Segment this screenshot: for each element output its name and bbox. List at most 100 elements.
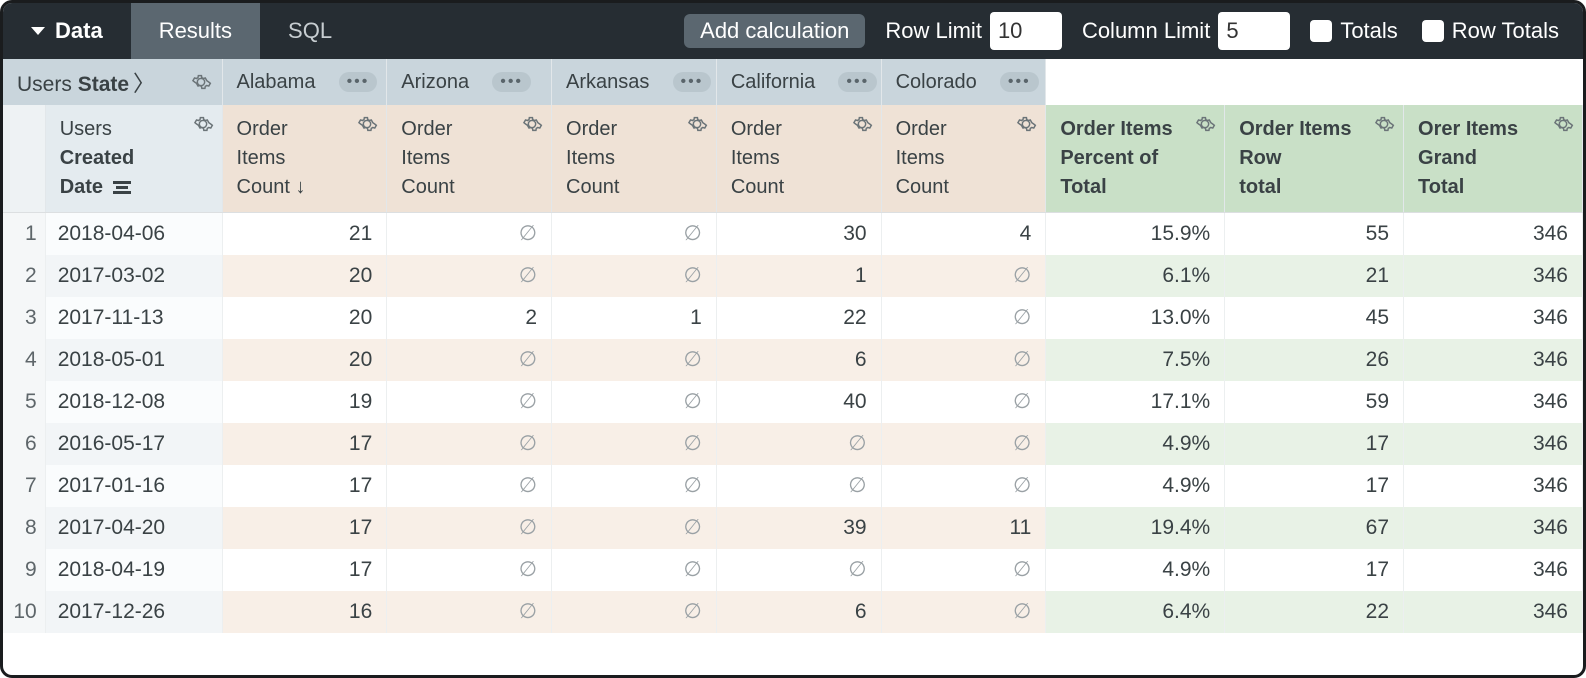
cell[interactable]: 8 xyxy=(3,507,45,549)
cell[interactable]: ∅ xyxy=(387,507,552,549)
cell[interactable]: ∅ xyxy=(387,339,552,381)
cell[interactable]: 4 xyxy=(881,213,1046,255)
cell[interactable]: 2018-05-01 xyxy=(45,339,222,381)
cell[interactable]: ∅ xyxy=(881,549,1046,591)
header-grand-total[interactable]: Orer ItemsGrandTotal xyxy=(1404,105,1583,213)
cell[interactable]: 17 xyxy=(222,465,387,507)
cell[interactable]: 39 xyxy=(716,507,881,549)
cell[interactable]: 2017-01-16 xyxy=(45,465,222,507)
cell[interactable]: 30 xyxy=(716,213,881,255)
cell[interactable]: 20 xyxy=(222,255,387,297)
cell[interactable]: 2017-11-13 xyxy=(45,297,222,339)
cell[interactable]: 17 xyxy=(1225,465,1404,507)
cell[interactable]: 6 xyxy=(3,423,45,465)
cell[interactable]: 22 xyxy=(716,297,881,339)
pivot-col-alabama[interactable]: Alabama ••• xyxy=(222,59,387,105)
column-limit-input[interactable] xyxy=(1218,12,1290,50)
cell[interactable]: ∅ xyxy=(552,255,717,297)
pivot-col-colorado[interactable]: Colorado ••• xyxy=(881,59,1046,105)
cell[interactable]: 2017-12-26 xyxy=(45,591,222,633)
totals-checkbox-group[interactable]: Totals xyxy=(1310,3,1397,59)
cell[interactable]: 26 xyxy=(1225,339,1404,381)
tab-data[interactable]: Data xyxy=(3,3,131,59)
cell[interactable]: 22 xyxy=(1225,591,1404,633)
cell[interactable]: 17 xyxy=(222,423,387,465)
cell[interactable]: ∅ xyxy=(881,591,1046,633)
cell[interactable]: 2017-04-20 xyxy=(45,507,222,549)
tab-sql[interactable]: SQL xyxy=(260,3,360,59)
cell[interactable]: 1 xyxy=(552,297,717,339)
header-count-alabama[interactable]: Order Items Count ↓ xyxy=(222,105,387,213)
cell[interactable]: ∅ xyxy=(881,339,1046,381)
cell[interactable]: 9 xyxy=(3,549,45,591)
cell[interactable]: 11 xyxy=(881,507,1046,549)
header-count-california[interactable]: OrderItemsCount xyxy=(716,105,881,213)
tab-results[interactable]: Results xyxy=(131,3,260,59)
header-users-created-date[interactable]: Users Created Date xyxy=(45,105,222,213)
cell[interactable]: 6 xyxy=(716,339,881,381)
pivot-col-california[interactable]: California ••• xyxy=(716,59,881,105)
cell[interactable]: 19 xyxy=(222,381,387,423)
cell[interactable]: 20 xyxy=(222,297,387,339)
cell[interactable]: 2018-04-06 xyxy=(45,213,222,255)
cell[interactable]: 4.9% xyxy=(1046,465,1225,507)
cell[interactable]: 346 xyxy=(1404,465,1583,507)
cell[interactable]: 346 xyxy=(1404,381,1583,423)
gear-icon[interactable] xyxy=(356,113,378,135)
cell[interactable]: 6.4% xyxy=(1046,591,1225,633)
cell[interactable]: ∅ xyxy=(552,591,717,633)
cell[interactable]: ∅ xyxy=(387,381,552,423)
cell[interactable]: 346 xyxy=(1404,591,1583,633)
cell[interactable]: 21 xyxy=(1225,255,1404,297)
cell[interactable]: ∅ xyxy=(387,465,552,507)
cell[interactable]: 6.1% xyxy=(1046,255,1225,297)
cell[interactable]: 5 xyxy=(3,381,45,423)
cell[interactable]: 13.0% xyxy=(1046,297,1225,339)
cell[interactable]: ∅ xyxy=(387,549,552,591)
add-calculation-button[interactable]: Add calculation xyxy=(684,14,865,48)
cell[interactable]: 2 xyxy=(3,255,45,297)
gear-icon[interactable] xyxy=(1552,113,1574,135)
cell[interactable]: ∅ xyxy=(716,549,881,591)
cell[interactable]: 7 xyxy=(3,465,45,507)
cell[interactable]: 17 xyxy=(222,507,387,549)
cell[interactable]: 19.4% xyxy=(1046,507,1225,549)
cell[interactable]: ∅ xyxy=(387,255,552,297)
cell[interactable]: 10 xyxy=(3,591,45,633)
cell[interactable]: 1 xyxy=(3,213,45,255)
ellipsis-icon[interactable]: ••• xyxy=(838,72,877,92)
cell[interactable]: ∅ xyxy=(552,339,717,381)
cell[interactable]: 17 xyxy=(1225,549,1404,591)
cell[interactable]: 17 xyxy=(222,549,387,591)
cell[interactable]: ∅ xyxy=(552,213,717,255)
cell[interactable]: ∅ xyxy=(881,381,1046,423)
cell[interactable]: 3 xyxy=(3,297,45,339)
cell[interactable]: 2018-04-19 xyxy=(45,549,222,591)
cell[interactable]: 15.9% xyxy=(1046,213,1225,255)
cell[interactable]: 20 xyxy=(222,339,387,381)
cell[interactable]: ∅ xyxy=(881,423,1046,465)
cell[interactable]: 45 xyxy=(1225,297,1404,339)
cell[interactable]: 346 xyxy=(1404,549,1583,591)
header-count-arizona[interactable]: OrderItemsCount xyxy=(387,105,552,213)
cell[interactable]: 346 xyxy=(1404,297,1583,339)
row-limit-input[interactable] xyxy=(990,12,1062,50)
cell[interactable]: 17.1% xyxy=(1046,381,1225,423)
cell[interactable]: 1 xyxy=(716,255,881,297)
cell[interactable]: 17 xyxy=(1225,423,1404,465)
cell[interactable]: 346 xyxy=(1404,213,1583,255)
cell[interactable]: 346 xyxy=(1404,255,1583,297)
gear-icon[interactable] xyxy=(190,71,212,93)
ellipsis-icon[interactable]: ••• xyxy=(339,72,378,92)
header-row-total[interactable]: Order ItemsRowtotal xyxy=(1225,105,1404,213)
cell[interactable]: ∅ xyxy=(881,297,1046,339)
cell[interactable]: 67 xyxy=(1225,507,1404,549)
ellipsis-icon[interactable]: ••• xyxy=(1000,72,1039,92)
cell[interactable]: 4 xyxy=(3,339,45,381)
cell[interactable]: 40 xyxy=(716,381,881,423)
gear-icon[interactable] xyxy=(1194,113,1216,135)
cell[interactable]: 346 xyxy=(1404,507,1583,549)
cell[interactable]: 55 xyxy=(1225,213,1404,255)
gear-icon[interactable] xyxy=(1373,113,1395,135)
gear-icon[interactable] xyxy=(1015,113,1037,135)
